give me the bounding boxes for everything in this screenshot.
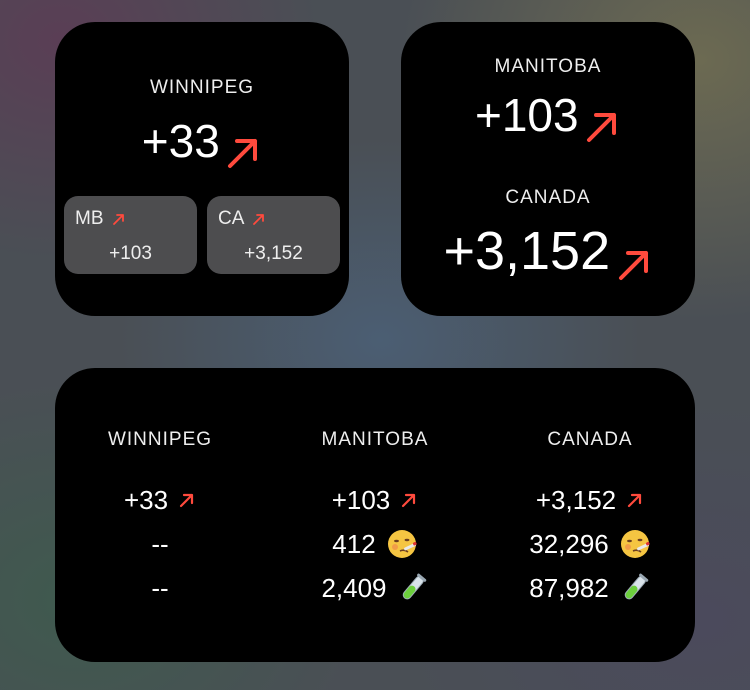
widget-value-row: +33 xyxy=(55,114,349,172)
manitoba-column: MANITOBA +103 412 2,409 xyxy=(270,428,480,610)
test-tube-icon xyxy=(397,572,429,604)
arrow-up-right-icon xyxy=(252,212,266,226)
canada-new-cases: +3,152 xyxy=(443,221,611,281)
column-label: WINNIPEG xyxy=(107,429,213,450)
arrow-up-right-icon xyxy=(626,491,644,509)
active-cases-row: 412 xyxy=(270,522,480,566)
ca-sub-card: CA +3,152 xyxy=(207,196,340,274)
tests-value: 2,409 xyxy=(321,573,387,603)
winnipeg-new-cases: +33 xyxy=(141,115,220,167)
new-cases-value: +103 xyxy=(331,485,391,515)
new-cases-value: +33 xyxy=(123,485,169,515)
active-cases-row: 32,296 xyxy=(485,522,695,566)
new-cases-value: +3,152 xyxy=(535,485,617,515)
manitoba-label: MANITOBA xyxy=(494,56,602,77)
tests-row: 2,409 xyxy=(270,566,480,610)
sick-face-icon xyxy=(386,528,418,560)
tests-row: -- xyxy=(55,566,265,610)
canada-value-row: +3,152 xyxy=(401,220,695,284)
arrow-up-right-icon xyxy=(615,246,653,284)
canada-label: CANADA xyxy=(505,187,591,208)
column-label: CANADA xyxy=(547,429,633,450)
manitoba-new-cases: +103 xyxy=(474,89,579,141)
tests-row: 87,982 xyxy=(485,566,695,610)
sub-card-label: CA xyxy=(218,208,245,229)
arrow-up-right-icon xyxy=(224,134,262,172)
manitoba-canada-widget[interactable]: MANITOBA +103 CANADA +3,152 xyxy=(401,22,695,316)
tests-value: -- xyxy=(151,573,169,603)
summary-wide-widget[interactable]: WINNIPEG +33 -- -- MANITOBA +103 412 2,4… xyxy=(55,368,695,662)
sub-card-label: MB xyxy=(75,208,104,229)
canada-column: CANADA +3,152 32,296 87,982 xyxy=(485,428,695,610)
column-label: MANITOBA xyxy=(321,429,429,450)
widget-location-label: WINNIPEG xyxy=(149,77,255,98)
mb-sub-card: MB +103 xyxy=(64,196,197,274)
winnipeg-column: WINNIPEG +33 -- -- xyxy=(55,428,265,610)
winnipeg-small-widget[interactable]: WINNIPEG +33 MB +103 CA +3,152 xyxy=(55,22,349,316)
manitoba-value-row: +103 xyxy=(401,88,695,146)
sub-card-value: +3,152 xyxy=(244,243,303,264)
active-cases-value: 32,296 xyxy=(529,529,609,559)
arrow-up-right-icon xyxy=(400,491,418,509)
test-tube-icon xyxy=(619,572,651,604)
tests-value: 87,982 xyxy=(529,573,609,603)
arrow-up-right-icon xyxy=(112,212,126,226)
active-cases-row: -- xyxy=(55,522,265,566)
arrow-up-right-icon xyxy=(178,491,196,509)
new-cases-row: +3,152 xyxy=(485,478,695,522)
active-cases-value: -- xyxy=(151,529,169,559)
sick-face-icon xyxy=(619,528,651,560)
new-cases-row: +33 xyxy=(55,478,265,522)
active-cases-value: 412 xyxy=(332,529,376,559)
new-cases-row: +103 xyxy=(270,478,480,522)
arrow-up-right-icon xyxy=(583,108,621,146)
sub-card-value: +103 xyxy=(109,243,152,264)
